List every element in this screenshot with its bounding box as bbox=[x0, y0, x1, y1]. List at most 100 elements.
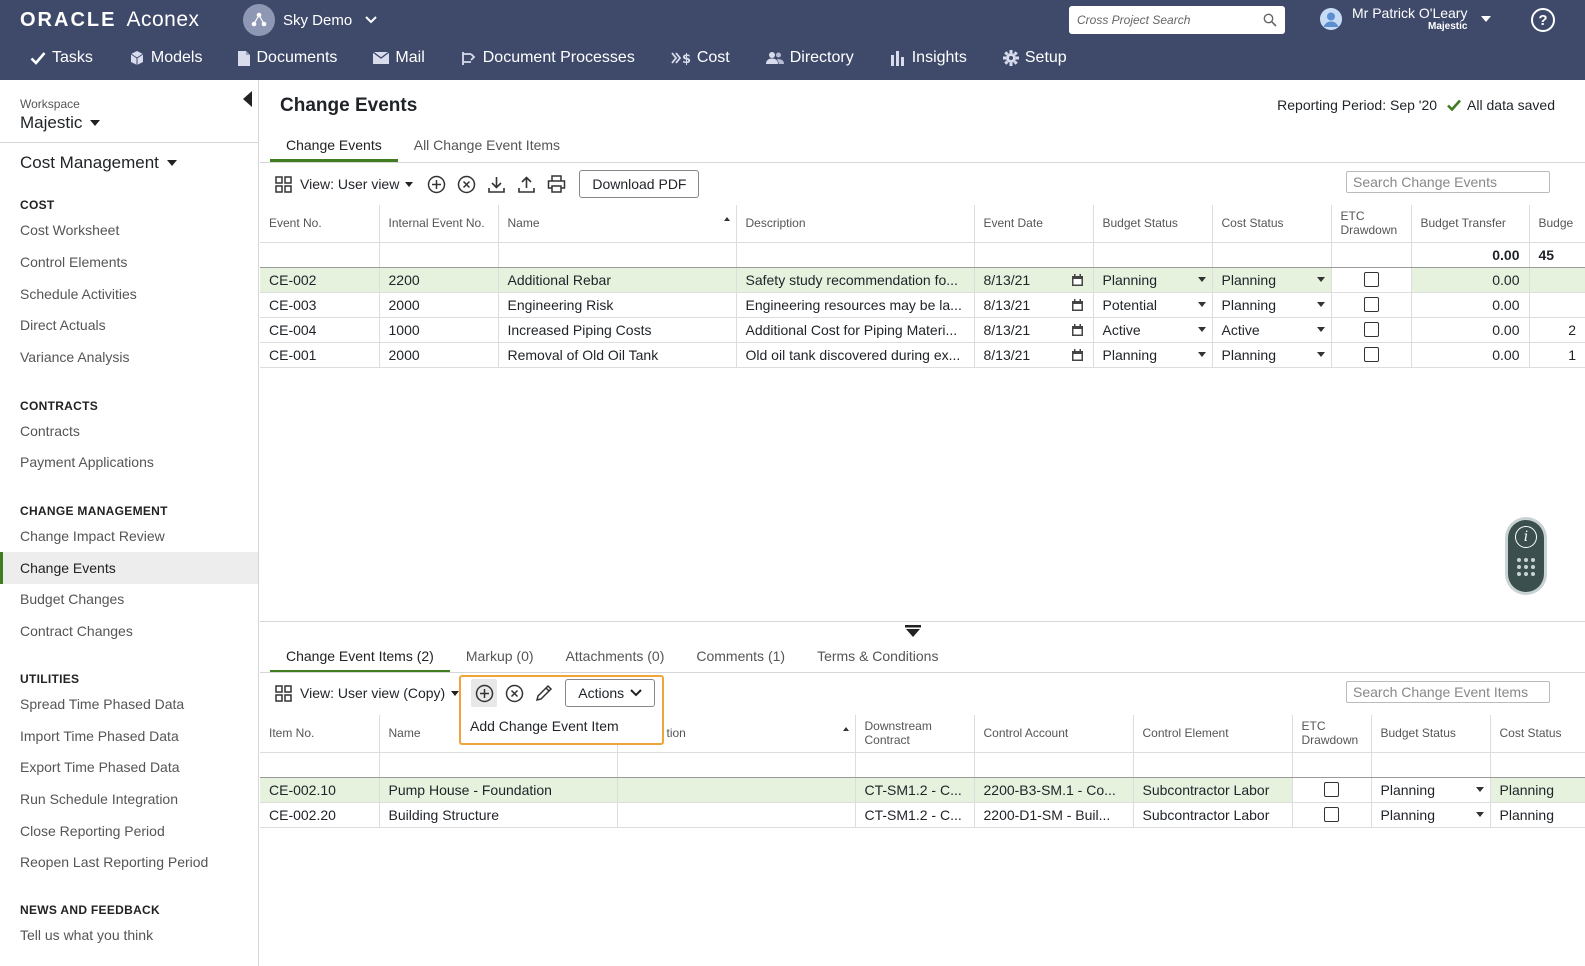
cell-cost-status[interactable]: Active bbox=[1212, 317, 1332, 343]
cell-budget-transfer[interactable]: 0.00 bbox=[1411, 317, 1530, 343]
cell-description[interactable]: Old oil tank discovered during ex... bbox=[736, 342, 975, 368]
tab-markup[interactable]: Markup (0) bbox=[450, 648, 550, 673]
table-row[interactable]: CE-004 1000 Increased Piping Costs Addit… bbox=[260, 317, 1585, 343]
sidebar-item-cost-worksheet[interactable]: Cost Worksheet bbox=[0, 214, 258, 246]
nav-document-processes[interactable]: Document Processes bbox=[461, 49, 635, 67]
workspace-selector[interactable]: Majestic bbox=[20, 113, 101, 133]
cell-description[interactable]: Additional Cost for Piping Materi... bbox=[736, 317, 975, 343]
col-item-cost-status[interactable]: Cost Status bbox=[1490, 715, 1585, 753]
help-icon[interactable]: ? bbox=[1531, 8, 1555, 32]
cell-description[interactable]: Engineering resources may be la... bbox=[736, 292, 975, 318]
sidebar-item-contracts[interactable]: Contracts bbox=[0, 415, 258, 447]
cell-item-budget-status[interactable]: Planning bbox=[1371, 802, 1491, 828]
help-assistant-button[interactable]: i bbox=[1508, 520, 1544, 592]
table-row[interactable]: CE-002 2200 Additional Rebar Safety stud… bbox=[260, 267, 1585, 293]
delete-item-icon[interactable] bbox=[503, 682, 525, 704]
nav-documents[interactable]: Documents bbox=[238, 49, 337, 67]
calendar-icon[interactable] bbox=[1071, 298, 1083, 311]
cell-element[interactable]: Subcontractor Labor bbox=[1133, 777, 1293, 803]
nav-setup[interactable]: Setup bbox=[1002, 49, 1067, 67]
sidebar-item-payment-applications[interactable]: Payment Applications bbox=[0, 446, 258, 478]
sidebar-item-import-time-phased-data[interactable]: Import Time Phased Data bbox=[0, 720, 258, 752]
sidebar-item-reopen-last-reporting-period[interactable]: Reopen Last Reporting Period bbox=[0, 846, 258, 878]
project-selector[interactable]: Sky Demo bbox=[243, 4, 378, 36]
sidebar-item-change-events[interactable]: Change Events bbox=[0, 552, 258, 584]
col-budget-status[interactable]: Budget Status bbox=[1093, 205, 1213, 243]
col-cost-status[interactable]: Cost Status bbox=[1212, 205, 1332, 243]
nav-models[interactable]: Models bbox=[129, 49, 202, 67]
add-change-event-item-menu-item[interactable]: Add Change Event Item bbox=[461, 708, 662, 743]
cell-item-cost-status[interactable]: Planning bbox=[1490, 802, 1585, 828]
col-item-no[interactable]: Item No. bbox=[260, 715, 380, 753]
cell-element[interactable]: Subcontractor Labor bbox=[1133, 802, 1293, 828]
print-icon[interactable] bbox=[545, 173, 567, 195]
cell-cost-status[interactable]: Planning bbox=[1212, 342, 1332, 368]
search-change-events-input[interactable]: Search Change Events bbox=[1346, 171, 1550, 193]
cell-name[interactable]: Increased Piping Costs bbox=[498, 317, 737, 343]
user-menu[interactable]: Mr Patrick O'Leary Majestic bbox=[1320, 5, 1492, 32]
cell-date[interactable]: 8/13/21 bbox=[974, 317, 1094, 343]
tab-change-events[interactable]: Change Events bbox=[270, 137, 398, 162]
cell-item-name[interactable]: Building Structure bbox=[379, 802, 618, 828]
tab-attachments[interactable]: Attachments (0) bbox=[550, 648, 681, 673]
etc-drawdown-checkbox[interactable] bbox=[1363, 297, 1379, 312]
table-row[interactable]: CE-003 2000 Engineering Risk Engineering… bbox=[260, 292, 1585, 318]
view-selector[interactable]: View: User view bbox=[275, 175, 414, 193]
oracle-aconex-logo[interactable]: ORACLE Aconex bbox=[20, 8, 200, 32]
nav-cost[interactable]: $ Cost bbox=[671, 49, 730, 67]
actions-button[interactable]: Actions bbox=[565, 679, 656, 707]
cell-internal[interactable]: 2000 bbox=[379, 292, 499, 318]
col-budget[interactable]: Budge bbox=[1529, 205, 1585, 243]
cell-date[interactable]: 8/13/21 bbox=[974, 342, 1094, 368]
module-selector[interactable]: Cost Management bbox=[20, 153, 177, 173]
collapse-sidebar-icon[interactable] bbox=[243, 91, 252, 107]
sidebar-item-run-schedule-integration[interactable]: Run Schedule Integration bbox=[0, 783, 258, 815]
cell-event-no[interactable]: CE-001 bbox=[260, 342, 380, 368]
item-etc-drawdown-checkbox[interactable] bbox=[1324, 782, 1339, 797]
col-description[interactable]: Description bbox=[736, 205, 975, 243]
cell-contract[interactable]: CT-SM1.2 - C... bbox=[855, 777, 975, 803]
add-icon[interactable] bbox=[425, 173, 447, 195]
cell-event-no[interactable]: CE-004 bbox=[260, 317, 380, 343]
search-icon[interactable] bbox=[1263, 13, 1277, 27]
col-event-date[interactable]: Event Date bbox=[974, 205, 1094, 243]
tab-terms-conditions[interactable]: Terms & Conditions bbox=[801, 648, 954, 673]
cell-cost-status[interactable]: Planning bbox=[1212, 292, 1332, 318]
cell-account[interactable]: 2200-D1-SM - Buil... bbox=[974, 802, 1134, 828]
cell-event-no[interactable]: CE-003 bbox=[260, 292, 380, 318]
upload-icon[interactable] bbox=[515, 173, 537, 195]
cell-budget[interactable]: 2 bbox=[1529, 317, 1585, 343]
cell-budget-status[interactable]: Planning bbox=[1093, 342, 1213, 368]
sidebar-item-change-impact-review[interactable]: Change Impact Review bbox=[0, 520, 258, 552]
cell-account[interactable]: 2200-B3-SM.1 - Co... bbox=[974, 777, 1134, 803]
calendar-icon[interactable] bbox=[1071, 323, 1083, 336]
nav-tasks[interactable]: Tasks bbox=[30, 49, 93, 67]
cell-name[interactable]: Engineering Risk bbox=[498, 292, 737, 318]
cell-event-no[interactable]: CE-002 bbox=[260, 267, 380, 293]
download-pdf-button[interactable]: Download PDF bbox=[579, 170, 700, 198]
cell-budget-transfer[interactable]: 0.00 bbox=[1411, 292, 1530, 318]
tab-comments[interactable]: Comments (1) bbox=[680, 648, 801, 673]
collapse-panel-icon[interactable] bbox=[905, 625, 921, 637]
delete-icon[interactable] bbox=[455, 173, 477, 195]
download-icon[interactable] bbox=[485, 173, 507, 195]
calendar-icon[interactable] bbox=[1071, 273, 1083, 286]
etc-drawdown-checkbox[interactable] bbox=[1363, 347, 1379, 362]
nav-insights[interactable]: Insights bbox=[890, 49, 967, 67]
cell-budget[interactable]: 1 bbox=[1529, 342, 1585, 368]
sidebar-item-direct-actuals[interactable]: Direct Actuals bbox=[0, 309, 258, 341]
col-name[interactable]: Name bbox=[498, 205, 737, 243]
table-row[interactable]: CE-002.20 Building Structure CT-SM1.2 - … bbox=[260, 802, 1585, 828]
col-budget-transfer[interactable]: Budget Transfer bbox=[1411, 205, 1530, 243]
search-change-event-items-input[interactable]: Search Change Event Items bbox=[1346, 681, 1550, 703]
etc-drawdown-checkbox[interactable] bbox=[1363, 322, 1379, 337]
cell-budget-transfer[interactable]: 0.00 bbox=[1411, 267, 1530, 293]
col-downstream-contract[interactable]: Downstream Contract bbox=[855, 715, 975, 753]
cell-contract[interactable]: CT-SM1.2 - C... bbox=[855, 802, 975, 828]
cell-internal[interactable]: 2000 bbox=[379, 342, 499, 368]
sidebar-item-feedback[interactable]: Tell us what you think bbox=[0, 919, 258, 951]
sidebar-item-variance-analysis[interactable]: Variance Analysis bbox=[0, 341, 258, 373]
cell-internal[interactable]: 1000 bbox=[379, 317, 499, 343]
col-item-etc-drawdown[interactable]: ETC Drawdown bbox=[1292, 715, 1372, 753]
items-view-selector[interactable]: View: User view (Copy) bbox=[275, 684, 460, 702]
